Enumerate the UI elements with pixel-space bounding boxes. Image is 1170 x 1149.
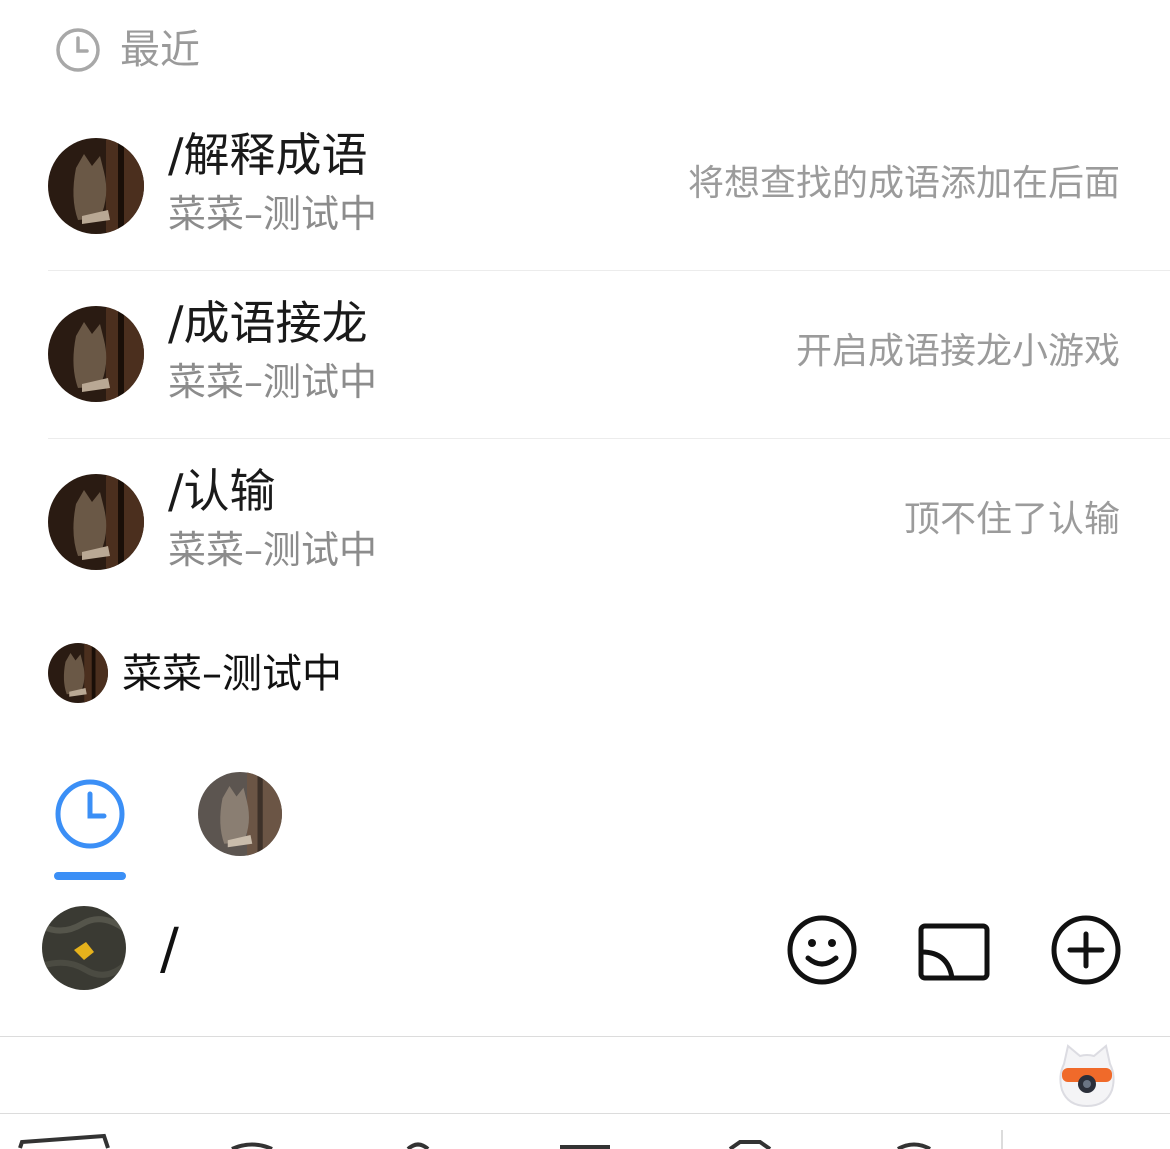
command-description: 开启成语接龙小游戏 bbox=[795, 331, 1120, 372]
command-item[interactable]: /解释成语 菜菜–测试中 将想查找的成语添加在后面 bbox=[0, 102, 1170, 270]
user-avatar[interactable] bbox=[42, 906, 126, 990]
bot-avatar bbox=[48, 474, 144, 570]
command-item[interactable]: /认输 菜菜–测试中 顶不住了认输 bbox=[0, 438, 1170, 606]
command-name: /成语接龙 bbox=[168, 296, 368, 350]
bot-tab-avatar[interactable] bbox=[198, 772, 282, 856]
active-tab-indicator bbox=[54, 872, 126, 880]
command-item[interactable]: /成语接龙 菜菜–测试中 开启成语接龙小游戏 bbox=[0, 270, 1170, 438]
bot-avatar bbox=[48, 643, 108, 703]
command-name: /认输 bbox=[168, 464, 276, 518]
command-description: 将想查找的成语添加在后面 bbox=[687, 163, 1120, 204]
smiley-icon[interactable] bbox=[786, 914, 858, 986]
plus-circle-icon[interactable] bbox=[1050, 914, 1122, 986]
bot-avatar bbox=[48, 306, 144, 402]
clock-icon[interactable] bbox=[54, 778, 126, 850]
bot-avatar bbox=[48, 138, 144, 234]
bottom-toolbar bbox=[0, 1114, 1170, 1149]
bot-name: 菜菜–测试中 bbox=[122, 651, 342, 697]
message-input[interactable]: / bbox=[160, 918, 179, 982]
command-bot-name: 菜菜–测试中 bbox=[168, 192, 378, 236]
clock-icon bbox=[56, 28, 100, 72]
cast-icon[interactable] bbox=[918, 918, 990, 990]
command-bot-name: 菜菜–测试中 bbox=[168, 528, 378, 572]
command-description: 顶不住了认输 bbox=[903, 499, 1120, 540]
command-name: /解释成语 bbox=[168, 128, 368, 182]
mascot-icon[interactable] bbox=[1056, 1042, 1118, 1110]
command-bot-name: 菜菜–测试中 bbox=[168, 360, 378, 404]
section-title: 最近 bbox=[120, 27, 200, 73]
divider bbox=[0, 1036, 1170, 1037]
